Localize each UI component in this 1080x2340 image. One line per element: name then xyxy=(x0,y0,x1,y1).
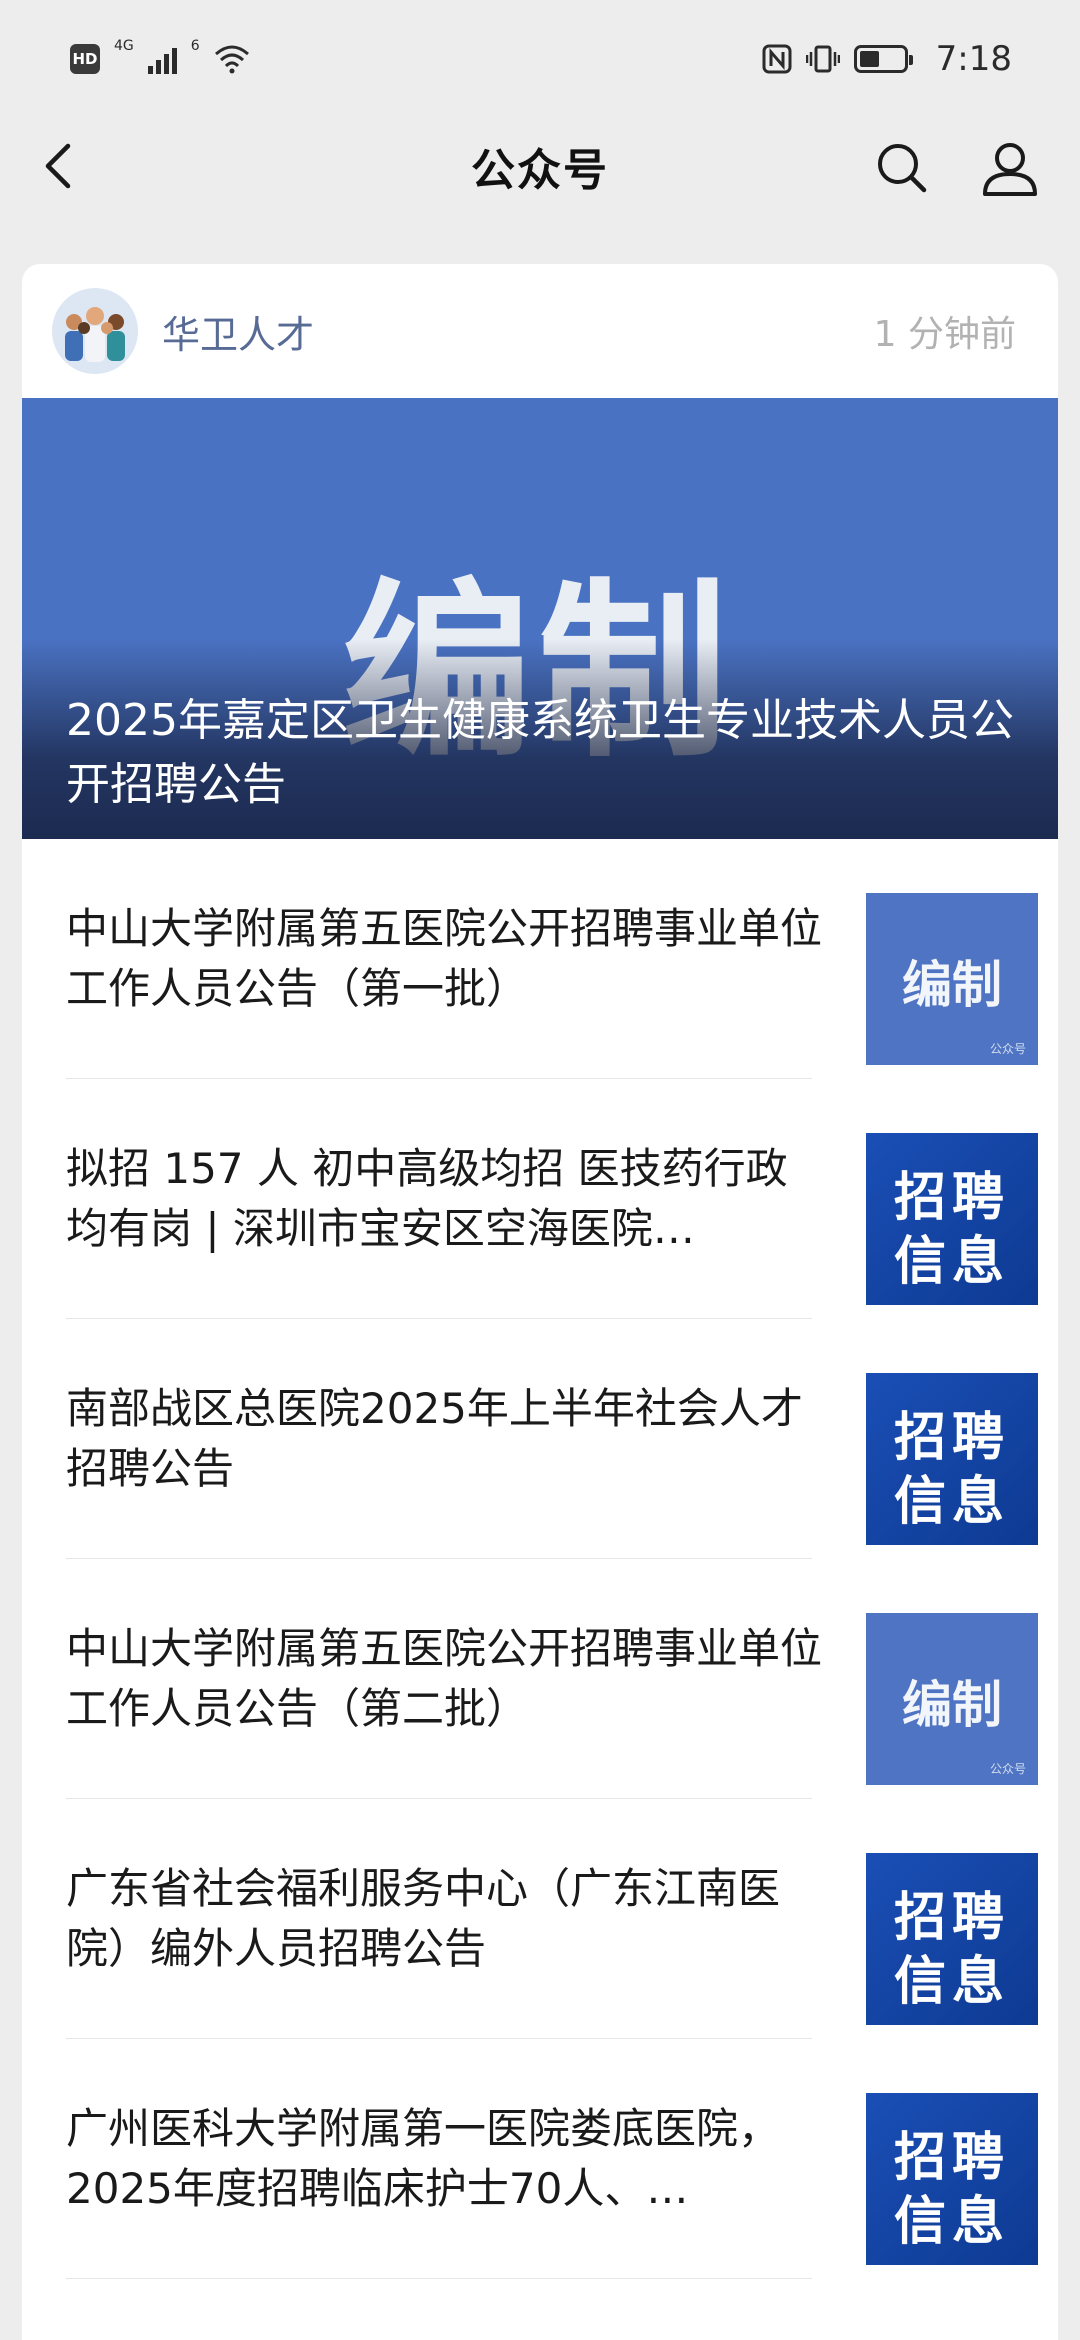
thumbnail-watermark: 公众号 xyxy=(989,1042,1026,1056)
article-title: 拟招 157 人 初中高级均招 医技药行政均有岗 | 深圳市宝安区空海医院… xyxy=(66,1144,788,1253)
thumbnail-text-line2: 信息 xyxy=(893,1472,1010,1532)
status-left: HD 4G 6 xyxy=(70,38,250,74)
list-item[interactable]: 广东省社会福利服务中心（广东江南医院）编外人员招聘公告 招聘 信息 xyxy=(66,1799,1058,2039)
status-bar: HD 4G 6 7:18 xyxy=(0,0,1080,118)
article-title: 广州医科大学附属第一医院娄底医院，2025年度招聘临床护士70人、… xyxy=(66,2104,781,2213)
profile-icon[interactable] xyxy=(978,136,1042,200)
thumbnail-text-line2: 信息 xyxy=(893,2192,1010,2252)
article-title: 广东省社会福利服务中心（广东江南医院）编外人员招聘公告 xyxy=(66,1864,781,1973)
nav-bar: 公众号 xyxy=(0,118,1080,214)
page-title: 公众号 xyxy=(471,145,609,196)
list-item[interactable]: 广州医科大学附属第一医院娄底医院，2025年度招聘临床护士70人、… 招聘 信息 xyxy=(66,2039,1058,2279)
article-thumbnail: 招聘 信息 xyxy=(866,1853,1038,2025)
article-card: 华卫人才 1 分钟前 编制 2025年嘉定区卫生健康系统卫生专业技术人员公开招聘… xyxy=(22,264,1058,2340)
article-list: 中山大学附属第五医院公开招聘事业单位工作人员公告（第一批） 编制 公众号 拟招 157… xyxy=(22,839,1058,2279)
timestamp: 1 分钟前 xyxy=(873,314,1016,355)
cover-title: 2025年嘉定区卫生健康系统卫生专业技术人员公开招聘公告 xyxy=(66,695,1014,810)
list-item[interactable]: 中山大学附属第五医院公开招聘事业单位工作人员公告（第二批） 编制公众号 xyxy=(66,1559,1058,1799)
hd-icon: HD xyxy=(70,44,100,74)
network-type-label: 4G xyxy=(114,38,134,54)
wifi-icon xyxy=(214,45,249,74)
status-right: 7:18 xyxy=(762,39,1012,79)
clock: 7:18 xyxy=(935,39,1012,79)
article-thumbnail: 编制公众号 xyxy=(866,1613,1038,1785)
thumbnail-text: 编制 xyxy=(902,956,1002,1014)
nfc-icon xyxy=(762,44,792,74)
battery-icon xyxy=(853,45,913,73)
card-header: 华卫人才 1 分钟前 xyxy=(22,264,1058,398)
thumbnail-text: 编制 xyxy=(902,1676,1002,1734)
thumbnail-text-line2: 信息 xyxy=(893,1232,1010,1292)
divider xyxy=(66,2278,812,2279)
account-name[interactable]: 华卫人才 xyxy=(162,304,314,359)
vibrate-icon xyxy=(805,45,840,73)
thumbnail-text-line2: 信息 xyxy=(893,1952,1010,2012)
article-thumbnail: 招聘 信息 xyxy=(866,1133,1038,1305)
article-title: 中山大学附属第五医院公开招聘事业单位工作人员公告（第一批） xyxy=(66,904,823,1013)
article-thumbnail: 招聘 信息 xyxy=(866,1373,1038,1545)
back-arrow-icon[interactable] xyxy=(34,138,90,194)
wifi-version-label: 6 xyxy=(190,38,200,54)
search-icon[interactable] xyxy=(872,138,932,198)
thumbnail-watermark: 公众号 xyxy=(989,1762,1026,1776)
list-item[interactable]: 中山大学附属第五医院公开招聘事业单位工作人员公告（第一批） 编制公众号 xyxy=(66,839,1058,1079)
cover-article[interactable]: 编制 2025年嘉定区卫生健康系统卫生专业技术人员公开招聘公告 xyxy=(22,398,1058,839)
article-title: 中山大学附属第五医院公开招聘事业单位工作人员公告（第二批） xyxy=(66,1624,823,1733)
signal-icon xyxy=(147,44,177,74)
article-title: 南部战区总医院2025年上半年社会人才招聘公告 xyxy=(66,1384,803,1493)
article-thumbnail: 编制公众号 xyxy=(866,893,1038,1065)
list-item[interactable]: 拟招 157 人 初中高级均招 医技药行政均有岗 | 深圳市宝安区空海医院… 招聘… xyxy=(66,1079,1058,1319)
article-thumbnail: 招聘 信息 xyxy=(866,2093,1038,2265)
avatar[interactable] xyxy=(52,288,138,374)
list-item[interactable]: 南部战区总医院2025年上半年社会人才招聘公告 招聘 信息 xyxy=(66,1319,1058,1559)
